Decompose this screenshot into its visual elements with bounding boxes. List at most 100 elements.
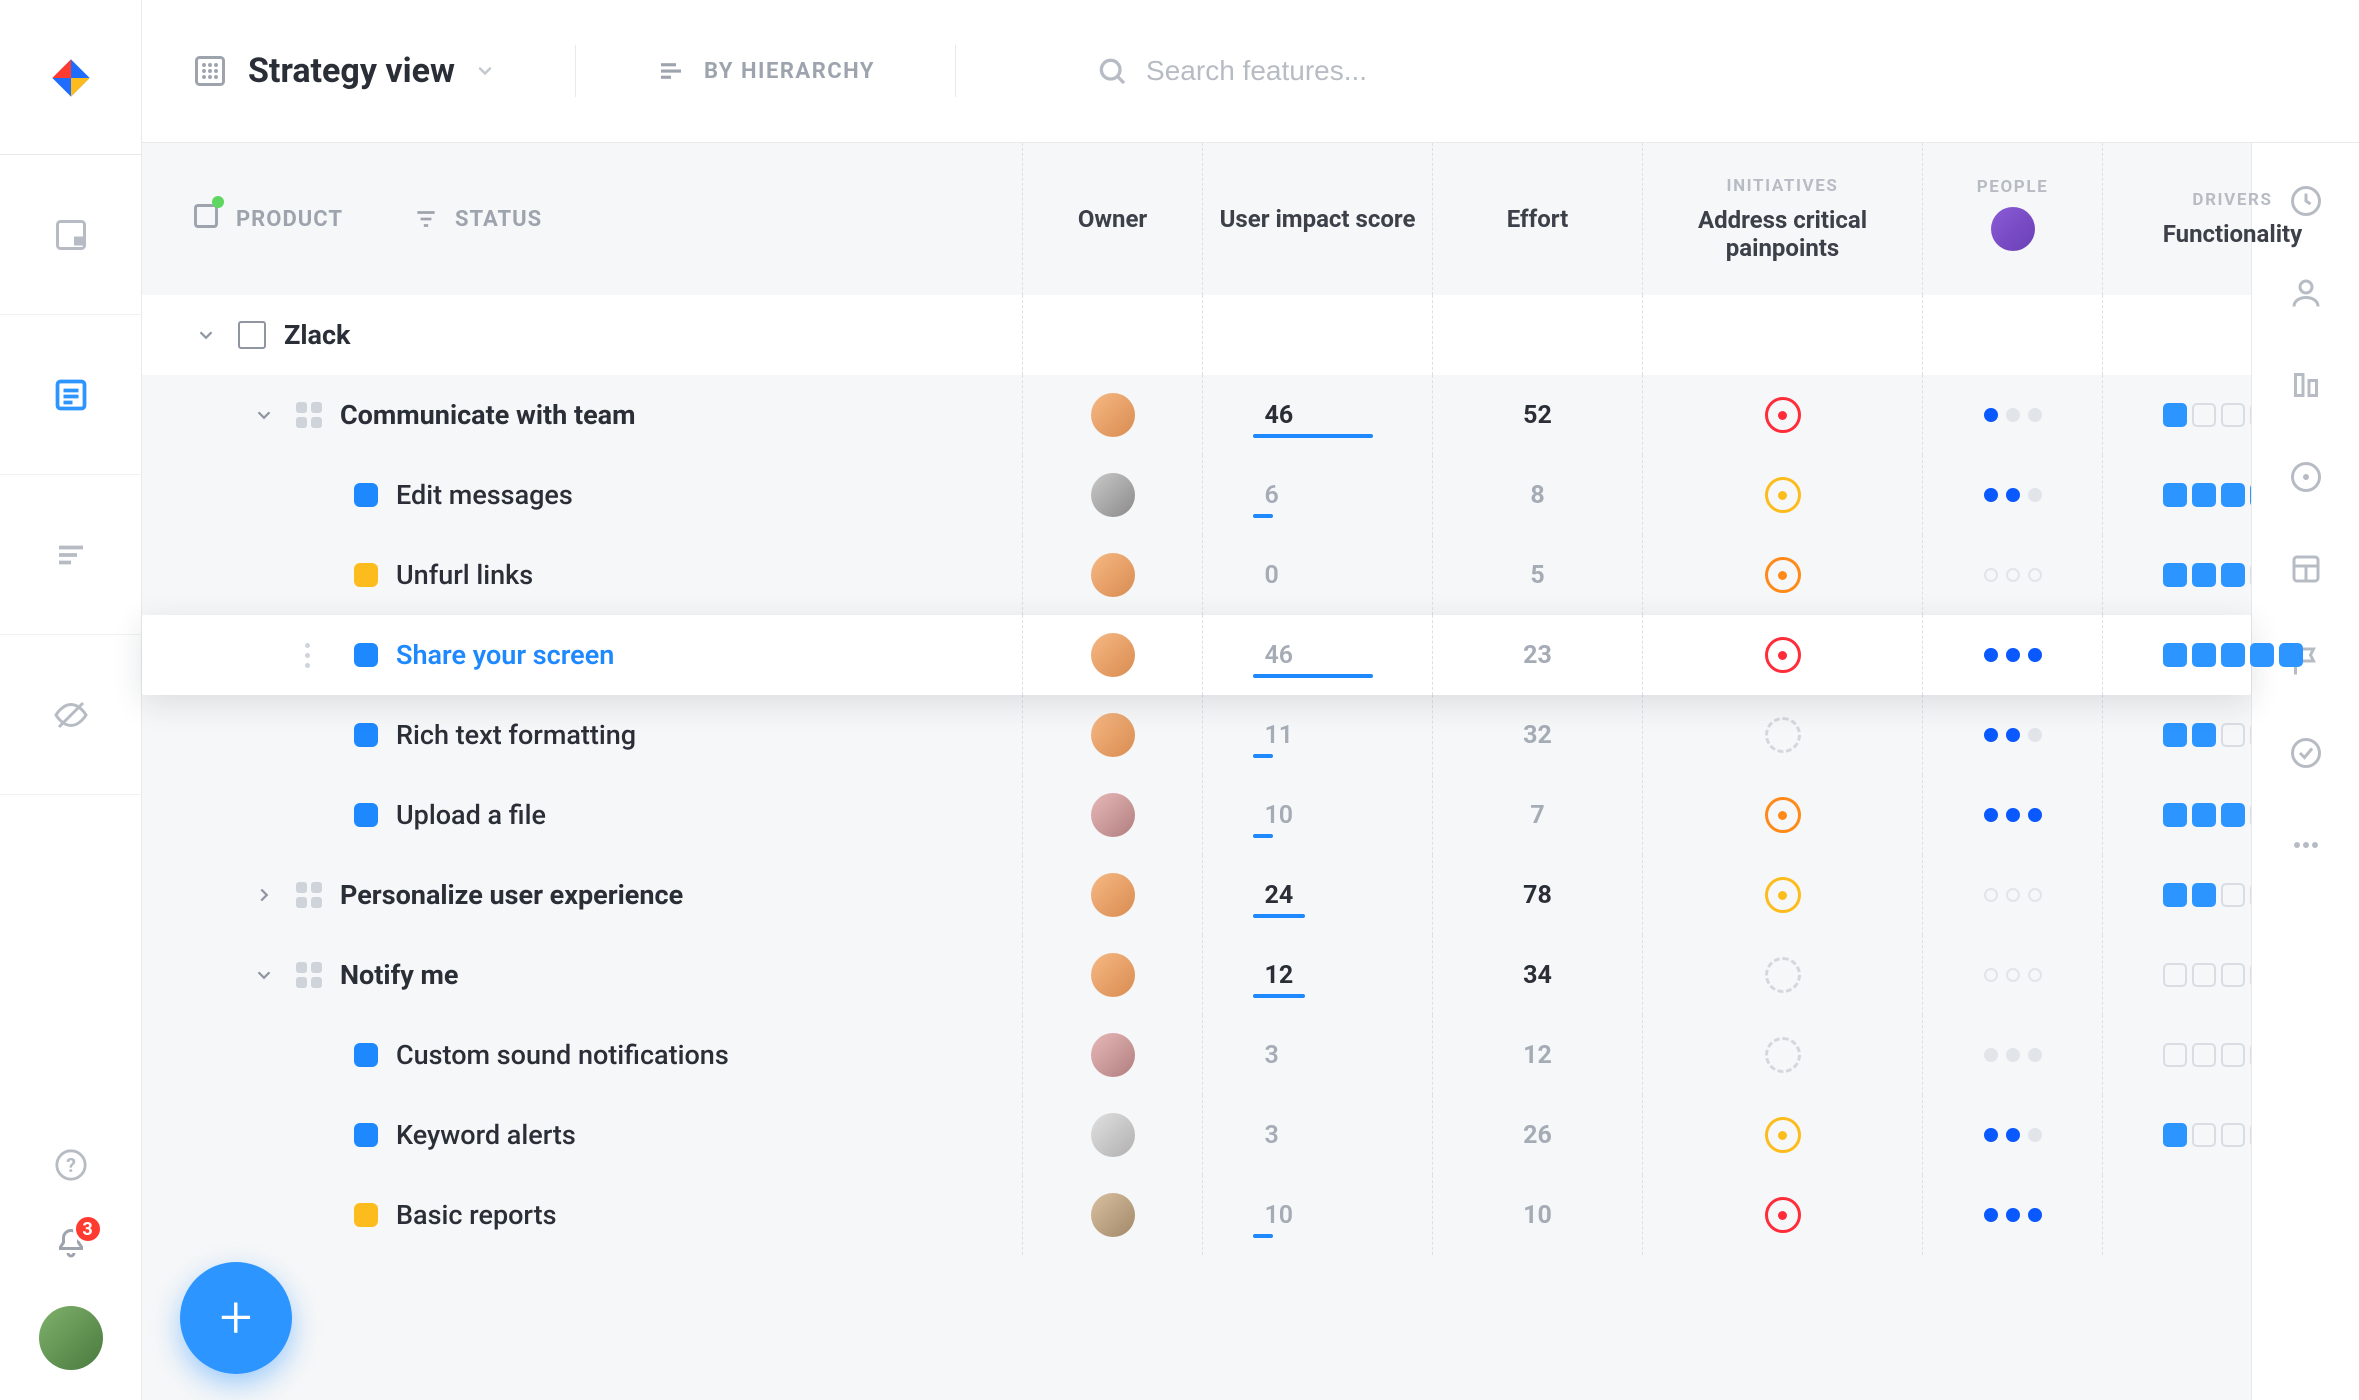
feature-row[interactable]: Upload a file 10 7 [142,775,2251,855]
chevron-down-icon[interactable] [192,321,220,349]
people-dots[interactable] [1984,888,2042,902]
left-nav: ? 3 [0,0,142,1400]
owner-avatar[interactable] [1091,1193,1135,1237]
chevron-down-icon [475,61,495,81]
building-icon[interactable] [2288,367,2324,403]
check-circle-icon[interactable] [2288,735,2324,771]
group-icon [296,882,322,908]
calc-icon[interactable] [2288,551,2324,587]
people-dots[interactable] [1984,408,2042,422]
feature-row[interactable]: Rich text formatting 11 32 [142,695,2251,775]
topbar: Strategy view BY HIERARCHY [142,0,2359,142]
owner-avatar[interactable] [1091,1113,1135,1157]
owner-avatar[interactable] [1091,873,1135,917]
initiative-ring[interactable] [1765,1197,1801,1233]
initiative-ring[interactable] [1765,1037,1801,1073]
owner-avatar[interactable] [1091,793,1135,837]
funnel-icon [413,206,439,232]
app-logo[interactable] [41,48,101,108]
owner-avatar[interactable] [1091,473,1135,517]
owner-avatar[interactable] [1091,1033,1135,1077]
initiative-ring[interactable] [1765,877,1801,913]
owner-avatar[interactable] [1091,713,1135,757]
people-dots[interactable] [1984,728,2042,742]
feature-color [354,563,378,587]
left-nav-item-list[interactable] [0,475,142,635]
product-name: Zlack [284,319,350,351]
owner-avatar[interactable] [1091,633,1135,677]
add-button[interactable]: + [180,1262,292,1374]
group-icon [296,402,322,428]
view-title: Strategy view [248,51,455,91]
product-row[interactable]: Zlack [142,295,2251,375]
search[interactable] [1096,55,1566,87]
search-input[interactable] [1146,55,1566,87]
owner-avatar[interactable] [1091,953,1135,997]
feature-color [354,1203,378,1227]
feature-color [354,643,378,667]
group-row[interactable]: Notify me 12 34 [142,935,2251,1015]
initiative-ring[interactable] [1765,717,1801,753]
feature-color [354,723,378,747]
owner-avatar[interactable] [1091,393,1135,437]
hierarchy-toggle[interactable]: BY HIERARCHY [656,56,875,86]
people-dots[interactable] [1984,1048,2042,1062]
chevron-right-icon[interactable] [250,881,278,909]
feature-color [354,483,378,507]
more-icon[interactable] [2288,827,2324,863]
feature-color [354,1123,378,1147]
right-panel [2251,143,2359,1400]
grid-icon [192,53,228,89]
sort-icon [656,56,686,86]
people-dots[interactable] [1984,488,2042,502]
feature-row-selected[interactable]: Share your screen 46 23 [142,615,2251,695]
help-icon[interactable]: ? [54,1148,88,1186]
clock-icon[interactable] [2288,183,2324,219]
driver-boxes[interactable] [2163,643,2303,667]
people-dots[interactable] [1984,568,2042,582]
chevron-down-icon[interactable] [250,961,278,989]
group-row[interactable]: Personalize user experience 24 78 [142,855,2251,935]
people-dots[interactable] [1984,1208,2042,1222]
filter-row: PRODUCT STATUS [142,143,2251,295]
people-dots[interactable] [1984,808,2042,822]
filter-status[interactable]: STATUS [413,206,542,232]
drag-handle-icon[interactable] [305,643,325,668]
owner-avatar[interactable] [1091,553,1135,597]
feature-color [354,1043,378,1067]
feature-row[interactable]: Unfurl links 0 5 [142,535,2251,615]
product-icon [192,202,220,236]
group-icon [296,962,322,988]
group-row[interactable]: Communicate with team 46 52 [142,375,2251,455]
target-icon[interactable] [2288,459,2324,495]
people-dots[interactable] [1984,1128,2042,1142]
initiative-ring[interactable] [1765,557,1801,593]
svg-text:?: ? [66,1154,76,1177]
feature-row[interactable]: Custom sound notifications 3 12 [142,1015,2251,1095]
initiative-ring[interactable] [1765,1117,1801,1153]
current-user-avatar[interactable] [39,1306,103,1370]
feature-row[interactable]: Keyword alerts 3 26 [142,1095,2251,1175]
feature-row[interactable]: Basic reports 10 10 [142,1175,2251,1255]
feature-row[interactable]: Edit messages 6 8 [142,455,2251,535]
initiative-ring[interactable] [1765,957,1801,993]
feature-color [354,803,378,827]
initiative-ring[interactable] [1765,477,1801,513]
initiative-ring[interactable] [1765,637,1801,673]
initiative-ring[interactable] [1765,797,1801,833]
notification-badge: 3 [73,1214,103,1244]
left-nav-item-hidden[interactable] [0,635,142,795]
chevron-down-icon[interactable] [250,401,278,429]
filter-product[interactable]: PRODUCT [192,202,343,236]
product-icon [238,321,266,349]
view-switcher[interactable]: Strategy view [192,51,495,91]
initiative-ring[interactable] [1765,397,1801,433]
left-nav-item-doc[interactable] [0,315,142,475]
notifications-bell[interactable]: 3 [53,1226,89,1266]
hierarchy-label: BY HIERARCHY [704,59,875,84]
people-dots[interactable] [1984,968,2042,982]
left-nav-item-board[interactable] [0,155,142,315]
person-icon[interactable] [2288,275,2324,311]
search-icon [1096,55,1128,87]
people-dots[interactable] [1984,648,2042,662]
